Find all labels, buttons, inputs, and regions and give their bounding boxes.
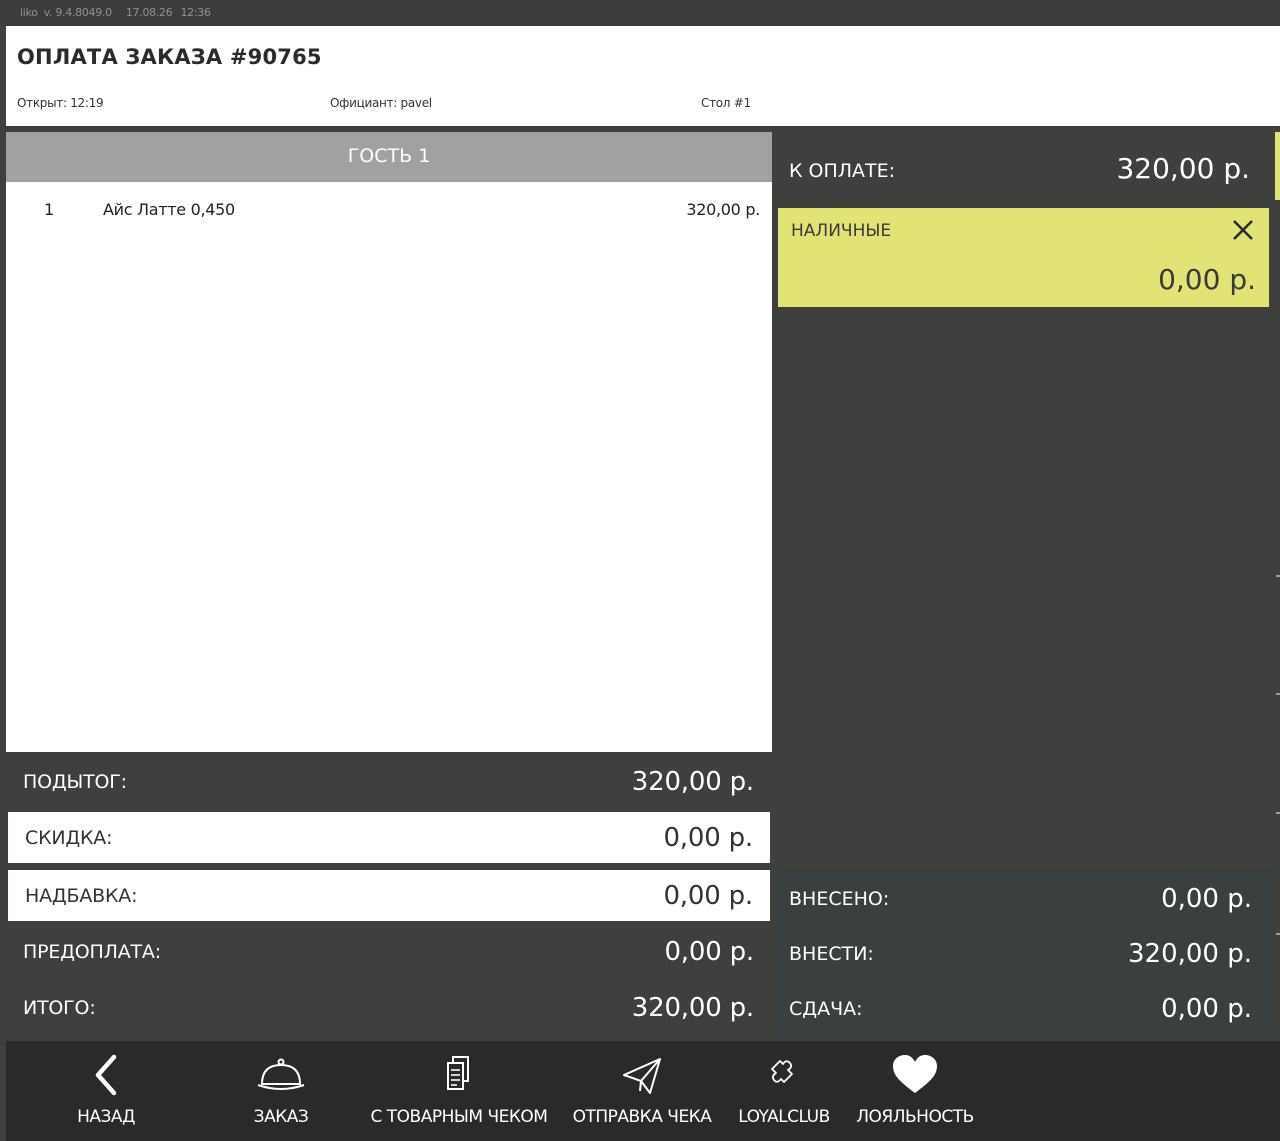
- divider: [1276, 575, 1280, 577]
- paid-value: 0,00 р.: [1161, 883, 1252, 914]
- change-label: СДАЧА:: [789, 997, 863, 1020]
- receipt-icon: [447, 1056, 469, 1090]
- discount-label: СКИДКА:: [25, 826, 113, 849]
- surcharge-value: 0,00 р.: [663, 880, 753, 911]
- order-label: ЗАКАЗ: [253, 1107, 309, 1127]
- page-title: ОПЛАТА ЗАКАЗА #90765: [17, 45, 322, 69]
- side-panel-edge[interactable]: [1275, 132, 1280, 200]
- puzzle-icon: [771, 1060, 793, 1083]
- discount-row[interactable]: СКИДКА: 0,00 р.: [8, 812, 770, 863]
- due-value: 320,00 р.: [1127, 938, 1252, 969]
- divider: [1276, 812, 1280, 814]
- loyalclub-label: LOYALCLUB: [738, 1107, 830, 1127]
- cloche-icon: [257, 1058, 305, 1090]
- guest-panel: ГОСТЬ 1 1 Айс Латте 0,450 320,00 р.: [6, 132, 772, 752]
- send-receipt-button[interactable]: ОТПРАВКА ЧЕКА: [572, 1041, 712, 1141]
- subtotal-label: ПОДЫТОГ:: [23, 771, 127, 793]
- payment-totals: ВНЕСЕНО: 0,00 р. ВНЕСТИ: 320,00 р. СДАЧА…: [777, 869, 1274, 1039]
- waiter-name: Официант: pavel: [330, 96, 432, 110]
- status-bar: iiko v. 9.4.8049.0 17.08.26 12:36: [0, 0, 1280, 26]
- app-version: v. 9.4.8049.0: [43, 6, 113, 19]
- cash-payment-card[interactable]: НАЛИЧНЫЕ 0,00 р.: [778, 208, 1269, 307]
- item-name: Айс Латте 0,450: [103, 200, 235, 219]
- order-button[interactable]: ЗАКАЗ: [231, 1041, 331, 1141]
- total-value: 320,00 р.: [631, 993, 754, 1023]
- item-price: 320,00 р.: [686, 200, 760, 219]
- paper-plane-icon: [623, 1058, 661, 1094]
- item-qty: 1: [44, 200, 54, 219]
- prepay-row: ПРЕДОПЛАТА: 0,00 р.: [6, 924, 772, 980]
- subtotal-row: ПОДЫТОГ: 320,00 р.: [6, 754, 772, 810]
- list-item[interactable]: 1 Айс Латте 0,450 320,00 р.: [6, 200, 772, 224]
- due-row: ВНЕСТИ: 320,00 р.: [777, 926, 1274, 981]
- to-pay-value: 320,00 р.: [1116, 152, 1250, 185]
- total-label: ИТОГО:: [23, 997, 96, 1019]
- prepay-value: 0,00 р.: [664, 937, 754, 967]
- payment-method-label: НАЛИЧНЫЕ: [791, 221, 892, 241]
- chevron-left-icon: [95, 1054, 117, 1096]
- change-row: СДАЧА: 0,00 р.: [777, 981, 1274, 1036]
- loyalty-button[interactable]: ЛОЯЛЬНОСТЬ: [856, 1041, 974, 1141]
- receipt-button[interactable]: С ТОВАРНЫМ ЧЕКОМ: [369, 1041, 549, 1141]
- subtotal-value: 320,00 р.: [631, 767, 754, 797]
- prepay-label: ПРЕДОПЛАТА:: [23, 941, 161, 963]
- surcharge-row[interactable]: НАДБАВКА: 0,00 р.: [8, 870, 770, 921]
- paid-label: ВНЕСЕНО:: [789, 887, 890, 910]
- opened-time: Открыт: 12:19: [17, 96, 104, 110]
- change-value: 0,00 р.: [1161, 993, 1252, 1024]
- status-time: 12:36: [180, 6, 211, 19]
- loyalclub-button[interactable]: LOYALCLUB: [734, 1041, 834, 1141]
- payment-amount[interactable]: 0,00 р.: [1158, 263, 1256, 296]
- back-label: НАЗАД: [77, 1107, 135, 1127]
- heart-icon: [893, 1055, 937, 1093]
- to-pay-label: К ОПЛАТЕ:: [789, 160, 896, 182]
- total-row: ИТОГО: 320,00 р.: [6, 980, 772, 1036]
- surcharge-label: НАДБАВКА:: [25, 884, 138, 907]
- divider: [1276, 693, 1280, 695]
- payment-screen: iiko v. 9.4.8049.0 17.08.26 12:36 ОПЛАТА ЗА…: [0, 0, 1280, 1141]
- to-pay-row: К ОПЛАТЕ: 320,00 р.: [777, 150, 1274, 194]
- send-receipt-label: ОТПРАВКА ЧЕКА: [572, 1107, 712, 1127]
- divider: [1276, 933, 1280, 935]
- bottom-toolbar: НАЗАД ЗАКАЗ С ТОВАРНЫМ ЧЕКОМ ОТПРАВКА ЧЕ…: [6, 1041, 1280, 1141]
- close-icon[interactable]: [1229, 216, 1257, 244]
- table-number: Стол #1: [701, 96, 751, 110]
- paid-row: ВНЕСЕНО: 0,00 р.: [777, 871, 1274, 926]
- discount-value: 0,00 р.: [663, 822, 753, 853]
- app-name: iiko: [20, 6, 38, 19]
- loyalty-label: ЛОЯЛЬНОСТЬ: [856, 1107, 974, 1127]
- due-label: ВНЕСТИ:: [789, 942, 874, 965]
- status-date: 17.08.26: [125, 6, 173, 19]
- receipt-label: С ТОВАРНЫМ ЧЕКОМ: [370, 1107, 548, 1127]
- back-button[interactable]: НАЗАД: [56, 1041, 156, 1141]
- order-header: ОПЛАТА ЗАКАЗА #90765 Открыт: 12:19 Офици…: [6, 26, 1280, 126]
- guest-header[interactable]: ГОСТЬ 1: [6, 132, 772, 182]
